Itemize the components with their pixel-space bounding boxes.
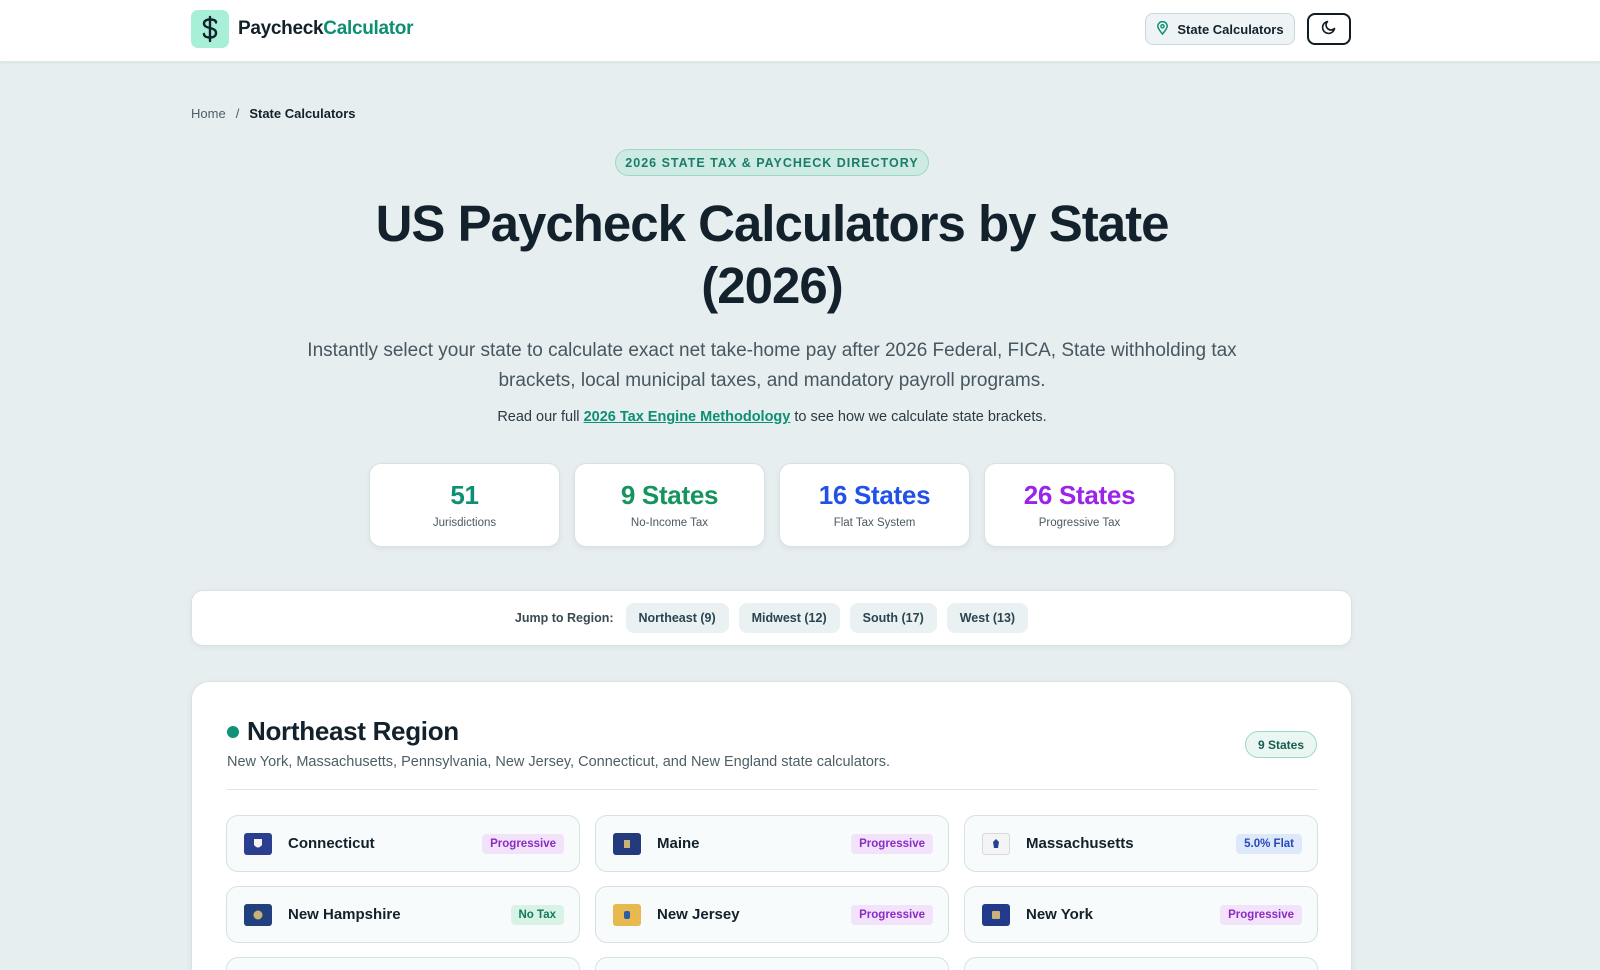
methodology-suffix: to see how we calculate state brackets. <box>790 409 1047 425</box>
state-card-partial[interactable] <box>964 957 1318 970</box>
methodology-note: Read our full 2026 Tax Engine Methodolog… <box>290 409 1254 425</box>
massachusetts-flag-icon <box>982 832 1010 855</box>
methodology-link[interactable]: 2026 Tax Engine Methodology <box>584 409 791 425</box>
breadcrumb-separator: / <box>235 106 240 121</box>
map-pin-icon <box>1156 20 1169 38</box>
tax-type-badge: Progressive <box>851 904 933 925</box>
breadcrumb-home-link[interactable]: Home <box>191 106 226 121</box>
state-name: New Hampshire <box>288 906 401 923</box>
state-name: Connecticut <box>288 835 375 852</box>
jump-label: Jump to Region: <box>514 611 614 625</box>
state-card-partial[interactable] <box>595 957 949 970</box>
state-card-connecticut[interactable]: Connecticut Progressive <box>226 815 580 872</box>
stat-card-progressive-tax: 26 States Progressive Tax <box>984 463 1175 547</box>
page-title: US Paycheck Calculators by State (2026) <box>250 193 1294 317</box>
state-card-partial[interactable] <box>226 957 580 970</box>
stat-value: 51 <box>450 480 479 510</box>
new-hampshire-flag-icon <box>244 903 272 926</box>
logo-text-part1: Paycheck <box>238 18 324 39</box>
stat-value: 9 States <box>620 480 719 510</box>
stat-label: Flat Tax System <box>833 517 916 529</box>
stat-value: 26 States <box>1023 480 1136 510</box>
stat-label: Progressive Tax <box>1038 517 1121 529</box>
connecticut-flag-icon <box>244 832 272 855</box>
theme-toggle-button[interactable] <box>1307 13 1351 45</box>
northeast-region-section: Northeast Region New York, Massachusetts… <box>191 681 1352 970</box>
logo-text-part2: Calculator <box>323 18 414 39</box>
tax-type-badge: 5.0% Flat <box>1236 833 1302 854</box>
tax-type-badge: No Tax <box>510 904 564 925</box>
state-card-new-jersey[interactable]: New Jersey Progressive <box>595 886 949 943</box>
region-divider <box>227 789 1317 790</box>
breadcrumb: Home / State Calculators <box>191 106 356 121</box>
jump-south-link[interactable]: South (17) <box>849 603 937 633</box>
methodology-prefix: Read our full <box>497 409 584 425</box>
stat-value: 16 States <box>818 480 931 510</box>
state-calculators-button[interactable]: State Calculators <box>1145 13 1295 45</box>
dollar-icon <box>191 10 229 48</box>
top-navigation-bar: PaycheckCalculator State Calculators <box>0 0 1600 62</box>
new-york-flag-icon <box>982 903 1010 926</box>
state-name: Massachusetts <box>1026 835 1134 852</box>
jump-northeast-link[interactable]: Northeast (9) <box>625 603 729 633</box>
jump-west-link[interactable]: West (13) <box>946 603 1029 633</box>
tax-type-badge: Progressive <box>1220 904 1302 925</box>
region-description: New York, Massachusetts, Pennsylvania, N… <box>227 754 891 770</box>
state-name: Maine <box>657 835 700 852</box>
state-card-massachusetts[interactable]: Massachusetts 5.0% Flat <box>964 815 1318 872</box>
region-count-badge: 9 States <box>1244 731 1317 758</box>
state-name: New York <box>1026 906 1093 923</box>
state-calculators-button-label: State Calculators <box>1177 21 1284 37</box>
stat-card-no-income-tax: 9 States No-Income Tax <box>574 463 765 547</box>
state-card-new-hampshire[interactable]: New Hampshire No Tax <box>226 886 580 943</box>
region-dot-icon <box>227 726 239 738</box>
breadcrumb-current: State Calculators <box>249 106 356 121</box>
tax-type-badge: Progressive <box>482 833 564 854</box>
state-card-maine[interactable]: Maine Progressive <box>595 815 949 872</box>
page-subtitle: Instantly select your state to calculate… <box>307 340 1237 391</box>
state-name: New Jersey <box>657 906 740 923</box>
maine-flag-icon <box>613 832 641 855</box>
region-jump-bar: Jump to Region: Northeast (9) Midwest (1… <box>191 590 1352 646</box>
eyebrow-badge: 2026 STATE TAX & PAYCHECK DIRECTORY <box>615 149 929 176</box>
page-title-line1: US Paycheck Calculators by State <box>375 195 1170 252</box>
state-card-new-york[interactable]: New York Progressive <box>964 886 1318 943</box>
moon-icon <box>1321 19 1337 40</box>
logo-text: PaycheckCalculator <box>238 18 414 40</box>
logo-link[interactable]: PaycheckCalculator <box>191 10 414 48</box>
tax-type-badge: Progressive <box>851 833 933 854</box>
stat-label: Jurisdictions <box>432 517 497 529</box>
new-jersey-flag-icon <box>613 903 641 926</box>
stat-label: No-Income Tax <box>630 517 709 529</box>
region-title: Northeast Region <box>247 716 459 746</box>
page-title-line2: (2026) <box>701 257 843 314</box>
stat-card-flat-tax: 16 States Flat Tax System <box>779 463 970 547</box>
jump-midwest-link[interactable]: Midwest (12) <box>738 603 840 633</box>
stat-card-jurisdictions: 51 Jurisdictions <box>369 463 560 547</box>
